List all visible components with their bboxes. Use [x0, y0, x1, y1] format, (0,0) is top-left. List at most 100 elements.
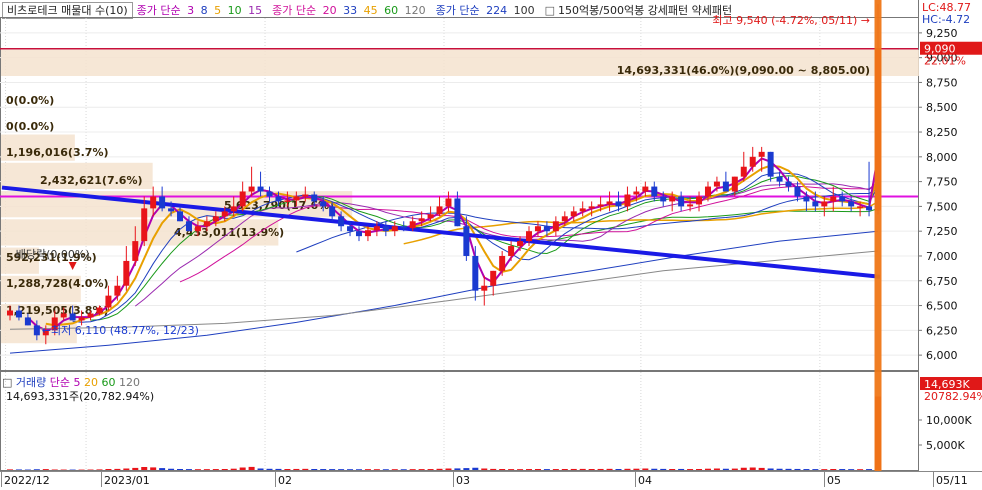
volume-bar [481, 469, 487, 471]
candle-body [741, 167, 747, 177]
candle-body [589, 206, 595, 208]
candle-body [803, 196, 809, 201]
volume-bar [589, 469, 595, 470]
candle-body [168, 208, 174, 211]
volume-bar [812, 469, 818, 470]
volume-bar [723, 469, 729, 470]
price-tick-label: 8,750 [926, 76, 958, 89]
price-tick-label: 6,250 [926, 324, 958, 337]
candle-body [249, 187, 255, 192]
candle-body [105, 296, 111, 308]
candle-body [70, 313, 76, 320]
candle-body [177, 211, 183, 221]
candle-body [79, 317, 85, 320]
volume-bar [607, 469, 613, 470]
price-tick-label: 8,000 [926, 151, 958, 164]
volume-bar [195, 469, 201, 470]
candle-body [311, 194, 317, 201]
candle-body [61, 313, 67, 317]
price-tick-label: 6,750 [926, 275, 958, 288]
volume-profile-label: 0(0.0%) [6, 120, 54, 133]
candle-body [114, 286, 120, 296]
candle-body [687, 204, 693, 206]
candle-body [204, 221, 210, 226]
candle-body [284, 200, 290, 202]
candle-body [786, 182, 792, 187]
volume-bar [777, 469, 783, 470]
x-axis-label: 2023/01 [104, 474, 150, 487]
volume-bar [284, 469, 290, 470]
candle-body [445, 198, 451, 206]
candle-body [633, 192, 639, 195]
volume-bar [759, 468, 765, 470]
candle-body [732, 177, 738, 192]
volume-bar [141, 467, 147, 470]
candle-body [517, 241, 523, 246]
candle-body [490, 271, 496, 286]
candle-body [383, 226, 389, 231]
volume-bar [311, 469, 317, 470]
volume-bar [490, 469, 496, 470]
volume-bar [660, 469, 666, 470]
volume-bar [231, 469, 237, 470]
volume-bar [365, 469, 371, 470]
stock-chart-window: 비츠로테크 매물대 수(10) 종가 단순 3 8 5 10 15 종가 단순 … [0, 0, 982, 489]
volume-bar [383, 469, 389, 470]
candle-body [34, 325, 40, 335]
candle-body [96, 308, 102, 314]
candle-body [88, 313, 94, 317]
volume-bar [356, 469, 362, 470]
volume-bar [472, 468, 478, 470]
candle-body [705, 187, 711, 197]
volume-bar [114, 469, 120, 470]
price-tick-label: 7,250 [926, 225, 958, 238]
high-annotation: 최고 9,540 (-4.72%, 05/11) → [712, 14, 870, 27]
candle-body [830, 196, 836, 201]
dividend-marker-icon [69, 262, 77, 270]
candle-body [25, 317, 31, 325]
volume-bar [186, 469, 192, 470]
price-tick-label: 7,750 [926, 176, 958, 189]
volume-profile-label: 2,432,621(7.6%) [40, 174, 143, 187]
volume-profile-label: 1,196,016(3.7%) [6, 146, 109, 159]
x-axis: 2022/122023/010203040505/11 [0, 471, 982, 490]
volume-bar [830, 469, 836, 470]
candle-body [186, 221, 192, 231]
price-tick-label: 7,000 [926, 250, 958, 263]
candle-body [714, 182, 720, 187]
volume-bar [177, 469, 183, 470]
volume-bar [43, 469, 49, 470]
candle-body [213, 216, 219, 221]
candle-body [812, 201, 818, 206]
hc-label: HC:-4.72 [922, 13, 970, 26]
volume-bar [258, 469, 264, 471]
volume-bar [839, 469, 845, 470]
volume-bar [374, 469, 380, 470]
volume-bar [7, 469, 13, 470]
x-axis-label: 02 [278, 474, 292, 487]
price-chart[interactable]: 9,2509,0008,7508,5008,2508,0007,7507,500… [0, 0, 982, 489]
candle-body [723, 182, 729, 192]
candle-body [463, 226, 469, 256]
candle-body [839, 196, 845, 201]
candle-body [150, 196, 156, 208]
candle-body [660, 196, 666, 201]
volume-bar [445, 469, 451, 471]
candle-body [553, 221, 559, 231]
volume-bar [338, 469, 344, 470]
volume-bar [329, 469, 335, 470]
volume-bar [508, 469, 514, 470]
price-tick-label: 6,500 [926, 300, 958, 313]
volume-bar [624, 469, 630, 470]
price-tick-label: 9,250 [926, 27, 958, 40]
volume-bar [302, 469, 308, 470]
candle-body [768, 152, 774, 177]
candle-body [222, 211, 228, 216]
volume-bar [786, 469, 792, 470]
volume-bar [544, 469, 550, 470]
dividend-annotation: 배당락(0.00%) [16, 248, 90, 261]
candle-body [607, 201, 613, 204]
candle-body [293, 196, 299, 200]
x-axis-label: 05 [827, 474, 841, 487]
volume-bar [848, 469, 854, 470]
